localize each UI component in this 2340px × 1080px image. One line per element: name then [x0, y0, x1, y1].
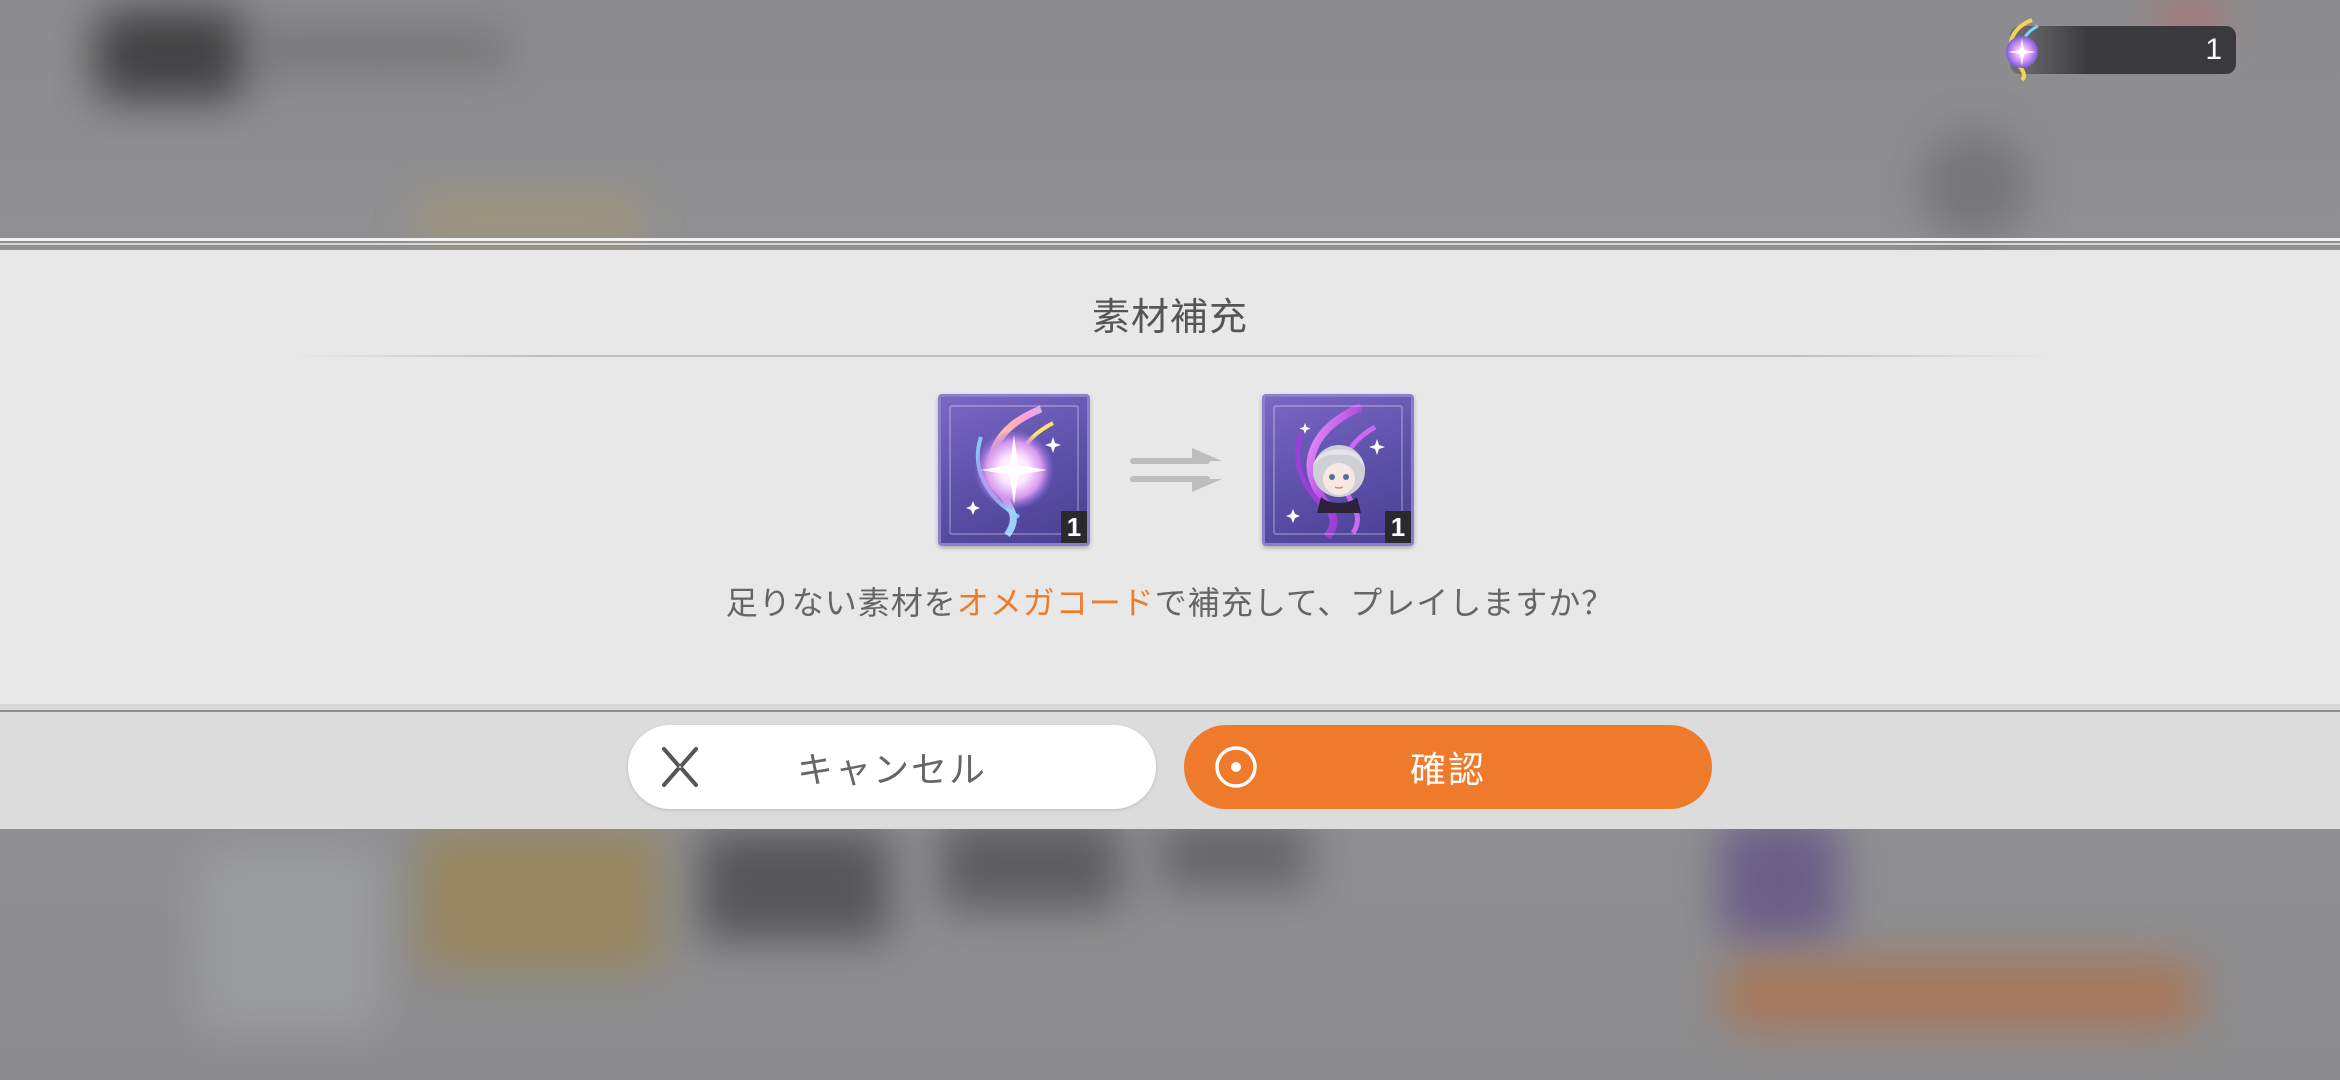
- circle-icon: [1215, 746, 1257, 788]
- currency-count: 1: [2205, 33, 2222, 66]
- background-logo: [95, 10, 245, 100]
- message-text: 足りない素材を: [725, 584, 957, 622]
- message-highlight: オメガコード: [956, 584, 1155, 622]
- cancel-button-label: キャンセル: [796, 750, 987, 791]
- source-item-tile: 1: [938, 394, 1090, 546]
- background-circle: [1920, 130, 2030, 240]
- background-card: [1720, 820, 1840, 940]
- modal-top-border: [0, 238, 2340, 241]
- modal-top-border: [0, 243, 2340, 245]
- background-decoration: [420, 200, 640, 240]
- confirm-button[interactable]: 確認: [1184, 725, 1712, 809]
- omega-code-crystal-icon: [2006, 18, 2039, 82]
- background-button: [1720, 960, 2200, 1030]
- convert-arrow-icon: [1130, 448, 1222, 492]
- dialog-title: 素材補充: [1091, 295, 1248, 339]
- dialog-divider: [0, 704, 2340, 710]
- dialog-message: 足りない素材をオメガコードで補充して、プレイしますか？: [0, 578, 2340, 624]
- background-card: [200, 850, 380, 1030]
- close-icon: [662, 747, 698, 787]
- target-item-count: 1: [1385, 511, 1411, 543]
- dialog-footer: [0, 712, 2340, 829]
- source-item-count: 1: [1061, 511, 1087, 543]
- message-text: で補充して、プレイしますか？: [1154, 584, 1615, 622]
- cancel-button[interactable]: キャンセル: [628, 725, 1156, 809]
- background-logo-text: [250, 30, 510, 70]
- confirm-button-label: 確認: [1409, 750, 1486, 791]
- title-divider: [290, 355, 2050, 357]
- background-card: [700, 830, 890, 940]
- background-card: [1160, 820, 1310, 890]
- background-card: [420, 830, 660, 970]
- background-card: [940, 820, 1120, 910]
- target-item-tile: 1: [1262, 394, 1414, 546]
